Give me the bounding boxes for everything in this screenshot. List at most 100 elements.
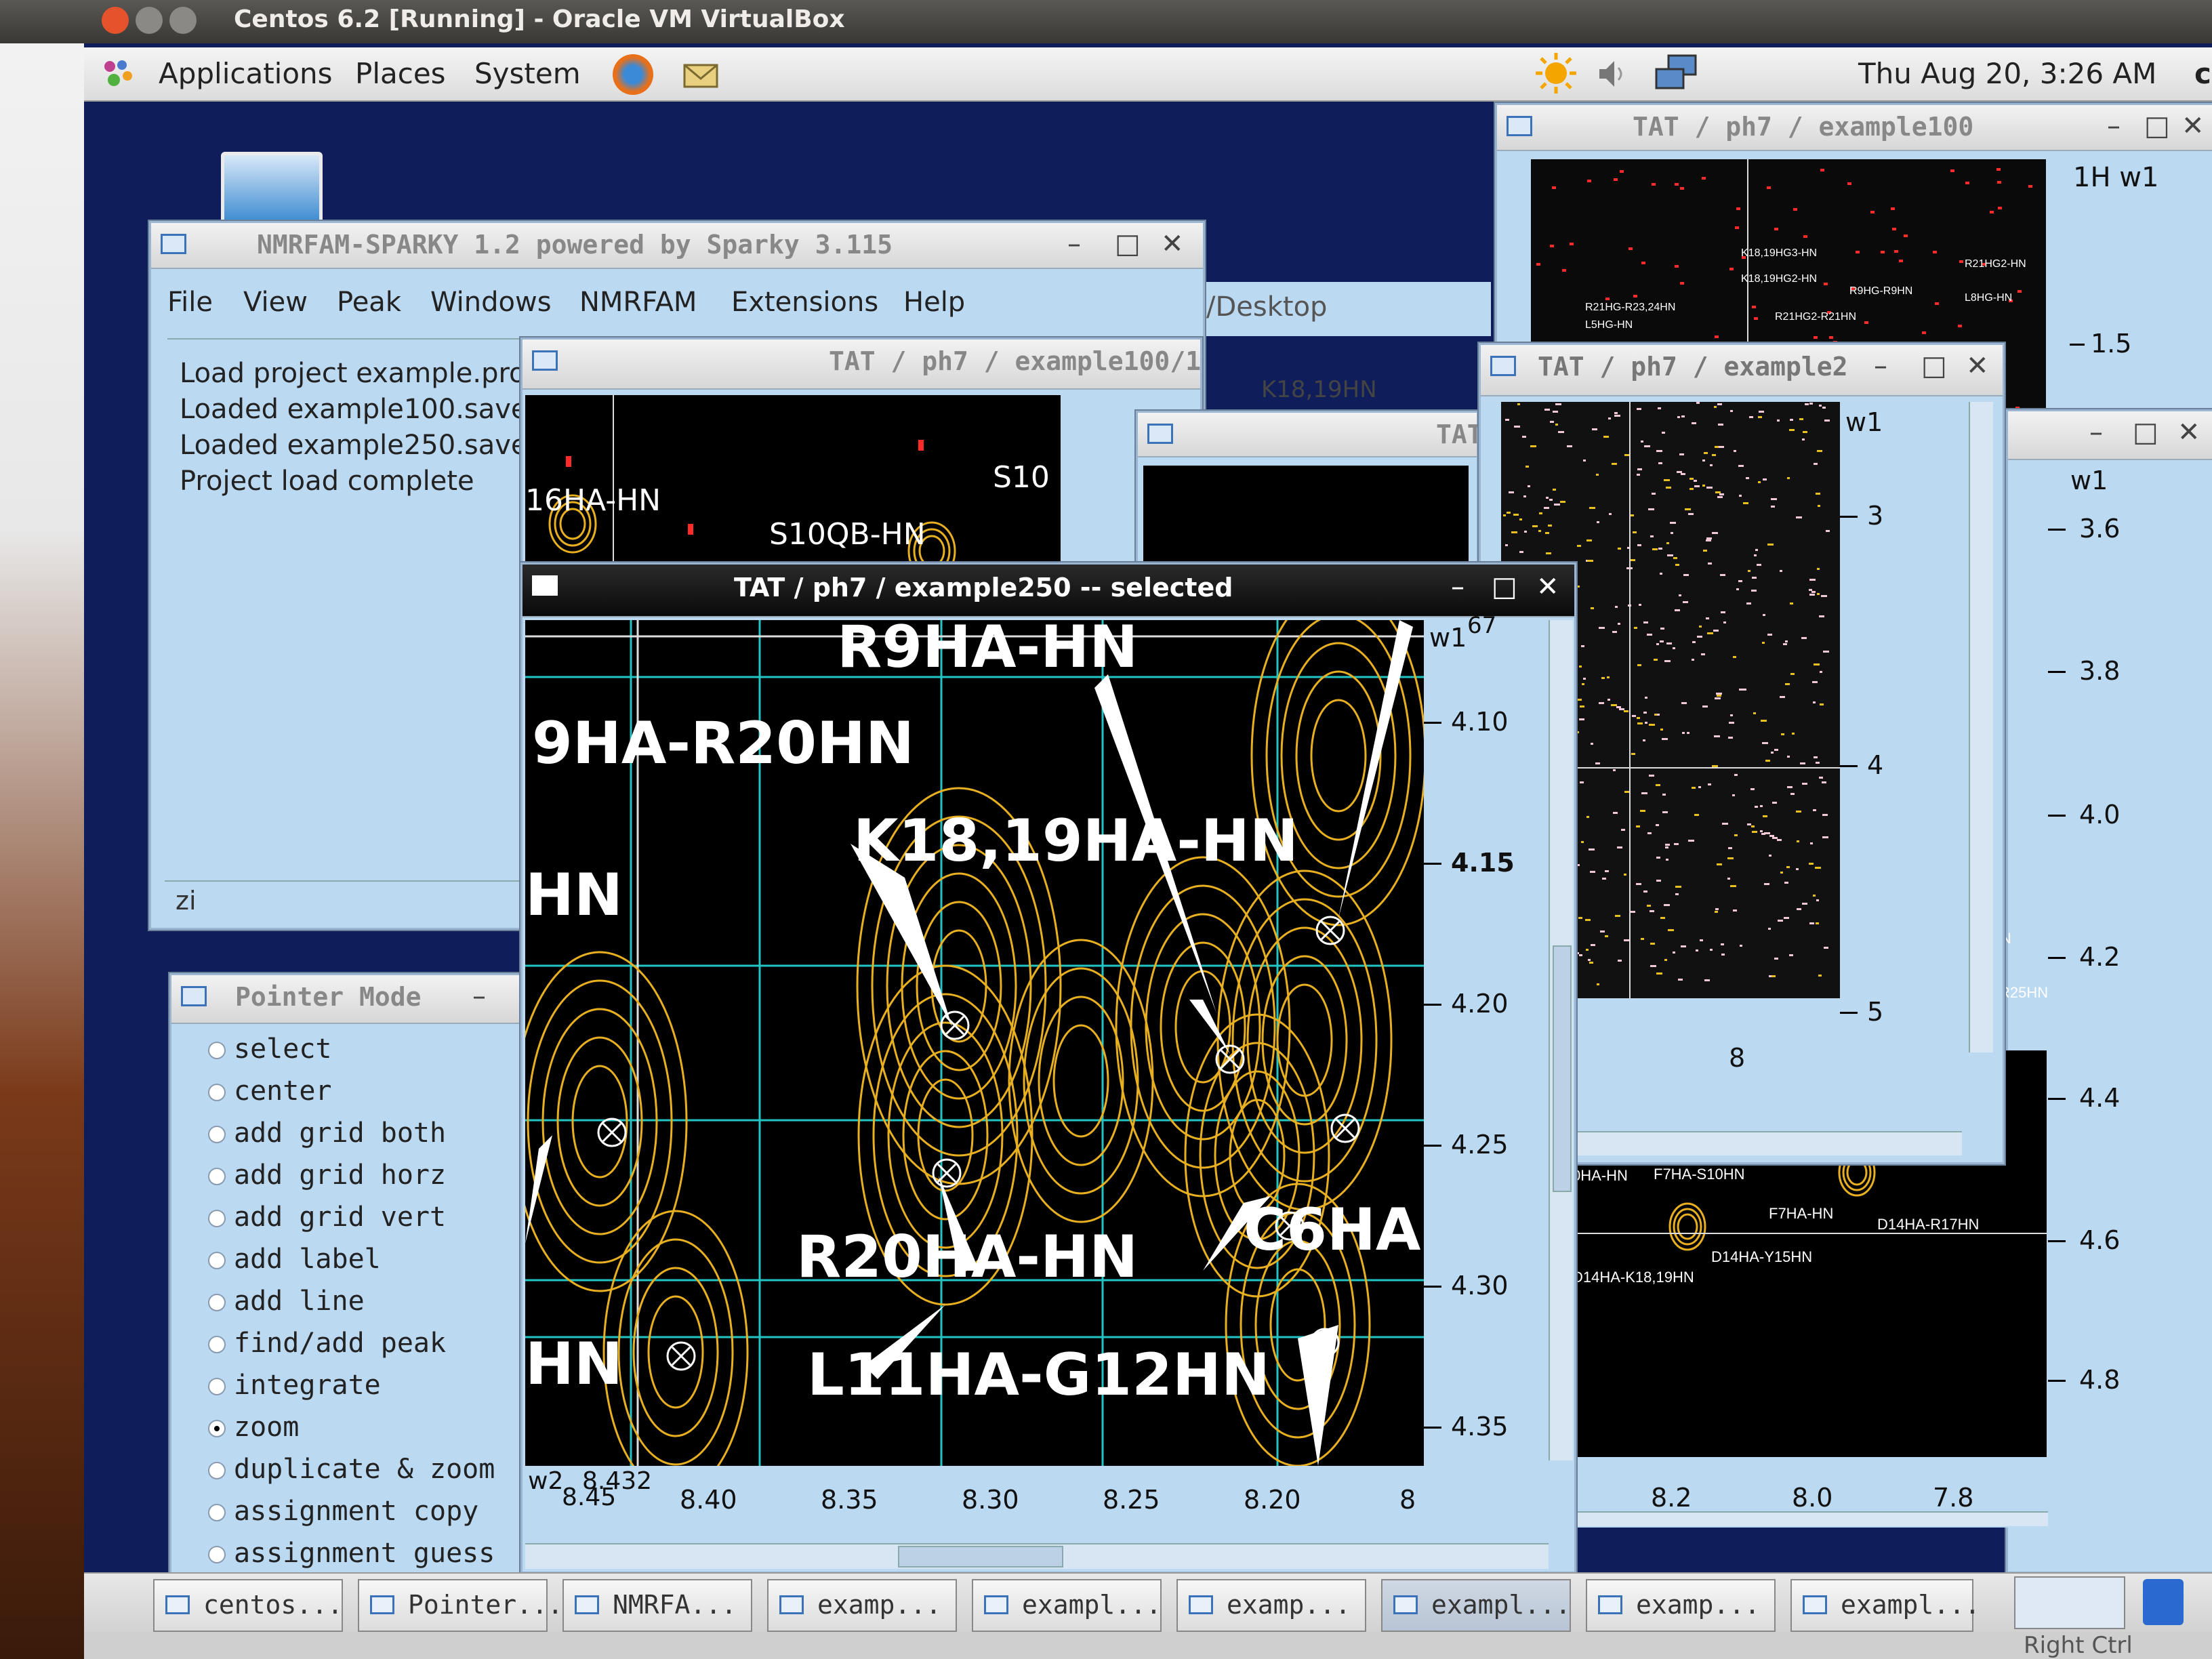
taskbar-button[interactable]: exampl...	[1790, 1579, 1980, 1632]
pointer-mode-option[interactable]: zoom	[208, 1412, 299, 1443]
maximize-icon[interactable]	[169, 7, 197, 34]
pointer-mode-option[interactable]: assignment guess	[208, 1538, 495, 1569]
minimize-icon[interactable]	[136, 7, 163, 34]
pointer-mode-option[interactable]: select	[208, 1033, 332, 1065]
peak-label-l11ha-g12hn[interactable]: L11HA-G12HN	[807, 1341, 1270, 1409]
taskbar-button[interactable]: centos...	[153, 1579, 343, 1632]
scrollbar-thumb[interactable]	[898, 1546, 1063, 1568]
titlebar[interactable]: TAT / ph7 / example100 – □ ✕	[1497, 105, 2212, 151]
option-label: add grid horz	[234, 1160, 447, 1191]
close-icon[interactable]: ✕	[1161, 228, 1184, 260]
peak-dot	[1675, 564, 1679, 566]
workspace-switcher[interactable]	[2014, 1576, 2125, 1629]
mail-icon[interactable]	[680, 56, 722, 94]
peak-label-r20ha-hn[interactable]: R20HA-HN	[796, 1223, 1138, 1291]
peak-label-k18-19ha-hn[interactable]: K18,19HA-HN	[853, 807, 1298, 875]
titlebar[interactable]: TAT / ph7 / example100/1	[523, 340, 1201, 390]
scrollbar-thumb[interactable]	[1553, 945, 1572, 1192]
minimize-icon[interactable]: –	[2107, 110, 2121, 142]
pointer-mode-option[interactable]: integrate	[208, 1370, 381, 1401]
horizontal-scrollbar[interactable]	[525, 1543, 1549, 1569]
taskbar-button[interactable]: NMRFA...	[562, 1579, 752, 1632]
radio-button[interactable]	[208, 1462, 226, 1479]
vertical-scrollbar[interactable]	[1549, 620, 1573, 1460]
taskbar-button[interactable]: exampl...	[972, 1579, 1162, 1632]
radio-button[interactable]	[208, 1336, 226, 1353]
maximize-icon[interactable]: □	[1492, 571, 1517, 602]
close-icon[interactable]	[102, 7, 129, 34]
radio-button[interactable]	[208, 1504, 226, 1521]
taskbar-button[interactable]: exampl...	[1381, 1579, 1571, 1632]
radio-button[interactable]	[208, 1168, 226, 1185]
radio-button[interactable]	[208, 1546, 226, 1563]
pointer-mode-option[interactable]: find/add peak	[208, 1328, 446, 1359]
taskbar-button[interactable]: examp...	[767, 1579, 957, 1632]
titlebar[interactable]: TAT / ph7 / example250 -- selected – □ ✕	[523, 565, 1574, 617]
clock[interactable]: Thu Aug 20, 3:26 AM	[1858, 57, 2156, 90]
network-icon[interactable]	[1654, 54, 1701, 92]
radio-button[interactable]	[208, 1042, 226, 1059]
pointer-mode-option[interactable]: add grid horz	[208, 1160, 447, 1191]
peak-label-hn[interactable]: HN	[525, 861, 623, 929]
pointer-mode-option[interactable]: center	[208, 1076, 332, 1107]
menu-peak[interactable]: Peak	[337, 287, 401, 318]
weather-sun-icon[interactable]	[1534, 52, 1578, 95]
pointer-mode-option[interactable]: add grid vert	[208, 1202, 446, 1233]
radio-button[interactable]	[208, 1210, 226, 1227]
menu-nmrfam[interactable]: NMRFAM	[579, 287, 697, 318]
user-name[interactable]: centos	[2194, 57, 2212, 90]
close-icon[interactable]: ✕	[1966, 350, 1989, 382]
vertical-scrollbar[interactable]	[1969, 402, 1993, 1052]
radio-button[interactable]	[208, 1084, 226, 1101]
titlebar[interactable]: TAT / ph7 / example2 – □ ✕	[1481, 345, 2003, 396]
titlebar[interactable]: NMRFAM-SPARKY 1.2 powered by Sparky 3.11…	[151, 223, 1203, 269]
pointer-mode-option[interactable]: add grid both	[208, 1118, 446, 1149]
trash-icon[interactable]	[2143, 1579, 2184, 1625]
radio-button[interactable]	[208, 1294, 226, 1311]
spectrum-plot[interactable]: R9HA-HN 9HA-R20HN K18,19HA-HN HN R20HA-H…	[525, 620, 1424, 1466]
menu-extensions[interactable]: Extensions	[731, 287, 878, 318]
peak-dot	[1652, 548, 1658, 550]
menu-file[interactable]: File	[167, 287, 213, 318]
maximize-icon[interactable]: □	[1921, 350, 1947, 382]
contour	[556, 1036, 643, 1207]
maximize-icon[interactable]: □	[2144, 110, 2170, 142]
horizontal-scrollbar[interactable]	[1574, 1511, 2048, 1526]
peak-dot	[1581, 841, 1584, 843]
menu-view[interactable]: View	[243, 287, 308, 318]
menu-places[interactable]: Places	[355, 57, 446, 90]
peak-dot	[1767, 544, 1774, 546]
minimize-icon[interactable]: –	[1451, 571, 1465, 602]
close-icon[interactable]: ✕	[1536, 571, 1559, 602]
taskbar-button[interactable]: examp...	[1586, 1579, 1776, 1632]
minimize-icon[interactable]: –	[1874, 350, 1887, 382]
menu-windows[interactable]: Windows	[430, 287, 552, 318]
peak-label-r9ha-hn[interactable]: R9HA-HN	[837, 620, 1138, 681]
pointer-mode-option[interactable]: add label	[208, 1244, 381, 1275]
radio-button[interactable]	[208, 1126, 226, 1143]
titlebar[interactable]: TAT	[1138, 413, 1483, 457]
pointer-mode-option[interactable]: add line	[208, 1286, 365, 1317]
taskbar-button[interactable]: Pointer...	[358, 1579, 563, 1632]
menu-system[interactable]: System	[474, 57, 581, 90]
pointer-mode-option[interactable]: duplicate & zoom	[208, 1454, 495, 1485]
minimize-icon[interactable]: –	[1067, 228, 1081, 260]
menu-applications[interactable]: Applications	[159, 57, 333, 90]
maximize-icon[interactable]: □	[1115, 228, 1141, 260]
radio-button[interactable]	[208, 1378, 226, 1395]
peak-label-c6ha[interactable]: C6HA	[1244, 1196, 1421, 1264]
radio-button[interactable]	[208, 1252, 226, 1269]
taskbar-button[interactable]: examp...	[1176, 1579, 1366, 1632]
peak-dot	[1640, 810, 1645, 812]
close-icon[interactable]: ✕	[2177, 417, 2200, 448]
radio-button[interactable]	[208, 1420, 226, 1437]
contour	[525, 951, 688, 1292]
peak-label-r20hn[interactable]: 9HA-R20HN	[532, 710, 914, 777]
peak-label-hn[interactable]: HN	[525, 1330, 623, 1398]
firefox-icon[interactable]	[613, 54, 653, 95]
close-icon[interactable]: ✕	[2182, 110, 2205, 142]
volume-icon[interactable]	[1595, 57, 1629, 91]
menu-help[interactable]: Help	[903, 287, 965, 318]
computer-desktop-icon[interactable]	[221, 152, 323, 226]
pointer-mode-option[interactable]: assignment copy	[208, 1496, 478, 1527]
